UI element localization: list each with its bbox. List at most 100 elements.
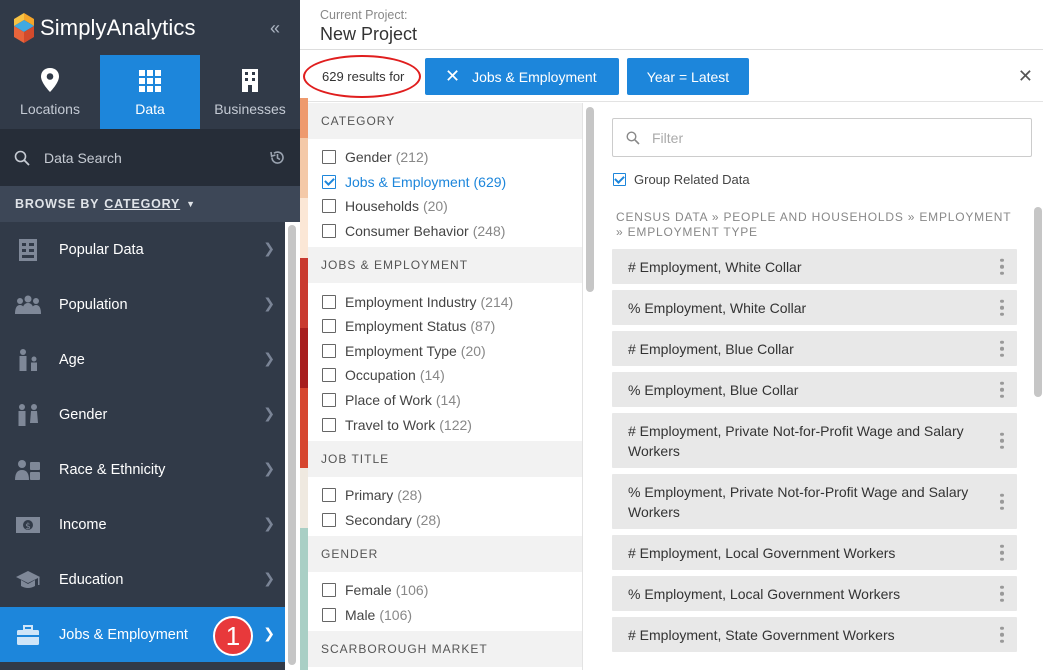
facet-option[interactable]: Male (106) <box>308 603 582 628</box>
variable-item[interactable]: # Employment, Blue Collar <box>612 331 1017 366</box>
more-options-icon[interactable] <box>1000 299 1004 316</box>
variable-item[interactable]: # Employment, White Collar <box>612 249 1017 284</box>
more-options-icon[interactable] <box>1000 340 1004 357</box>
close-panel-icon[interactable]: ✕ <box>1018 66 1033 87</box>
filter-chip-year[interactable]: Year = Latest <box>627 58 749 95</box>
facet-option[interactable]: Jobs & Employment (629) <box>308 170 582 195</box>
browse-mode: CATEGORY <box>104 197 181 211</box>
facet-option[interactable]: Consumer Behavior (248) <box>308 219 582 244</box>
map-background <box>300 98 308 670</box>
data-browser-panel: 629 results for ✕ Jobs & Employment Year… <box>303 52 1043 670</box>
tab-businesses[interactable]: Businesses <box>200 55 300 129</box>
results-scrollbar[interactable] <box>1034 207 1042 397</box>
facet-option[interactable]: Female (106) <box>308 578 582 603</box>
current-project-label: Current Project: <box>320 8 408 22</box>
facet-option[interactable]: Travel to Work (122) <box>308 412 582 437</box>
category-label: Gender <box>59 406 108 423</box>
facet-option[interactable]: Occupation (14) <box>308 363 582 388</box>
facet-column: CATEGORY Gender (212) Jobs & Employment (6… <box>308 103 583 670</box>
checkbox[interactable] <box>322 488 336 503</box>
project-name[interactable]: New Project <box>320 24 417 45</box>
sidebar-scrollbar-thumb[interactable] <box>288 225 296 665</box>
variable-item[interactable]: # Employment, Private Not-for-Profit Wag… <box>612 413 1017 468</box>
tab-data[interactable]: Data <box>100 55 200 129</box>
data-search[interactable]: Data Search <box>0 129 300 186</box>
briefcase-icon <box>15 622 41 648</box>
facet-option[interactable]: Secondary (28) <box>308 508 582 533</box>
more-options-icon[interactable] <box>1000 585 1004 602</box>
facet-option[interactable]: Primary (28) <box>308 483 582 508</box>
checkbox[interactable] <box>322 583 336 598</box>
category-income[interactable]: $ Income ❯ <box>0 497 285 552</box>
data-search-placeholder: Data Search <box>44 149 122 166</box>
more-options-icon[interactable] <box>1000 544 1004 561</box>
checkbox[interactable] <box>322 393 336 408</box>
sidebar-scrollbar[interactable] <box>285 222 300 670</box>
group-related-data[interactable]: Group Related Data <box>613 172 750 187</box>
chevron-right-icon: ❯ <box>263 350 275 366</box>
checkbox[interactable] <box>322 319 336 334</box>
variable-item[interactable]: % Employment, White Collar <box>612 290 1017 325</box>
checkbox[interactable] <box>322 150 336 165</box>
checkbox[interactable] <box>322 417 336 432</box>
checkbox[interactable] <box>322 199 336 214</box>
variable-list: # Employment, White Collar % Employment,… <box>612 249 1017 658</box>
facet-option[interactable]: Households (20) <box>308 194 582 219</box>
chevron-right-icon: ❯ <box>263 240 275 256</box>
facet-option[interactable]: Employment Status (87) <box>308 314 582 339</box>
more-options-icon[interactable] <box>1000 258 1004 275</box>
category-population[interactable]: Population ❯ <box>0 277 285 332</box>
category-age[interactable]: Age ❯ <box>0 332 285 387</box>
category-race-ethnicity[interactable]: Race & Ethnicity ❯ <box>0 442 285 497</box>
checkbox[interactable] <box>322 343 336 358</box>
browse-by-category[interactable]: BROWSE BY CATEGORY ▼ <box>0 186 300 222</box>
category-education[interactable]: Education ❯ <box>0 552 285 607</box>
category-gender[interactable]: Gender ❯ <box>0 387 285 442</box>
facet-option[interactable]: Place of Work (14) <box>308 388 582 413</box>
logo[interactable]: SimplyAnalytics « <box>0 0 300 55</box>
category-label: Age <box>59 351 85 368</box>
more-options-icon[interactable] <box>1000 381 1004 398</box>
more-options-icon[interactable] <box>1000 493 1004 510</box>
step-badge: 1 <box>213 616 253 656</box>
tab-locations[interactable]: Locations <box>0 55 100 129</box>
variable-item[interactable]: % Employment, Local Government Workers <box>612 576 1017 611</box>
group-related-label: Group Related Data <box>634 172 750 187</box>
tab-locations-label: Locations <box>20 101 80 117</box>
checkbox-checked[interactable] <box>322 174 336 189</box>
category-popular-data[interactable]: Popular Data ❯ <box>0 222 285 277</box>
gender-icon <box>15 402 41 428</box>
facet-option[interactable]: Employment Industry (214) <box>308 289 582 314</box>
filter-input[interactable]: Filter <box>612 118 1032 157</box>
variable-item[interactable]: # Employment, State Government Workers <box>612 617 1017 652</box>
map-pin-icon <box>41 68 59 92</box>
tab-data-label: Data <box>135 101 165 117</box>
variable-item[interactable]: % Employment, Blue Collar <box>612 372 1017 407</box>
filter-chip-label: Year = Latest <box>646 68 730 85</box>
remove-filter-icon[interactable]: ✕ <box>445 66 460 87</box>
checkbox[interactable] <box>322 608 336 623</box>
grid-icon <box>139 70 161 92</box>
category-label: Jobs & Employment <box>59 626 188 643</box>
facet-option[interactable]: Gender (212) <box>308 145 582 170</box>
checkbox[interactable] <box>322 368 336 383</box>
variable-item[interactable]: % Employment, Private Not-for-Profit Wag… <box>612 474 1017 529</box>
more-options-icon[interactable] <box>1000 626 1004 643</box>
history-icon[interactable] <box>269 149 286 166</box>
facet-option[interactable]: Employment Type (20) <box>308 339 582 364</box>
checkbox[interactable] <box>322 224 336 239</box>
population-icon <box>15 292 41 318</box>
checkbox-checked[interactable] <box>613 173 626 186</box>
category-jobs-employment[interactable]: Jobs & Employment 1 ❯ <box>0 607 285 662</box>
checkbox[interactable] <box>322 294 336 309</box>
facet-scrollbar[interactable] <box>586 107 594 292</box>
chevron-right-icon: ❯ <box>263 295 275 311</box>
more-options-icon[interactable] <box>1000 432 1004 449</box>
chevron-right-icon: ❯ <box>263 405 275 421</box>
filter-chip-jobs-employment[interactable]: ✕ Jobs & Employment <box>425 58 619 95</box>
income-icon: $ <box>15 512 41 538</box>
chevron-right-icon: ❯ <box>263 515 275 531</box>
variable-item[interactable]: # Employment, Local Government Workers <box>612 535 1017 570</box>
checkbox[interactable] <box>322 512 336 527</box>
collapse-sidebar-icon[interactable]: « <box>270 18 280 39</box>
